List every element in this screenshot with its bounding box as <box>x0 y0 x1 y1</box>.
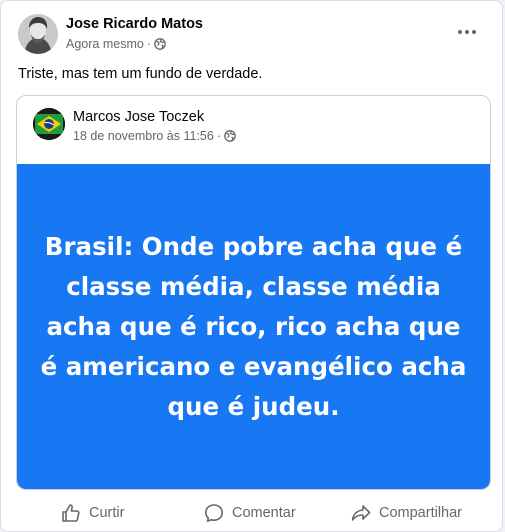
share-arrow-icon <box>351 505 371 521</box>
shared-post-time[interactable]: 18 de novembro às 11:56 <box>73 129 214 143</box>
brazil-flag-icon <box>33 108 65 140</box>
shared-post[interactable]: Marcos Jose Toczek 18 de novembro às 11:… <box>16 95 491 490</box>
author-portrait-icon <box>18 14 58 54</box>
share-button[interactable]: Compartilhar <box>351 495 462 531</box>
post-time[interactable]: Agora mesmo <box>66 37 144 51</box>
text-background-post[interactable]: Brasil: Onde pobre acha que é classe méd… <box>17 164 490 489</box>
globe-icon <box>154 38 166 50</box>
post-meta: Agora mesmo · <box>66 37 166 51</box>
shared-author-name[interactable]: Marcos Jose Toczek <box>73 109 204 125</box>
more-options-button[interactable] <box>452 20 482 44</box>
post-header: Jose Ricardo Matos Agora mesmo · <box>18 14 488 56</box>
more-dot-icon <box>465 30 469 34</box>
post-text: Triste, mas tem um fundo de verdade. <box>18 66 263 82</box>
shared-author-avatar[interactable] <box>33 108 65 140</box>
share-label: Compartilhar <box>379 505 462 521</box>
more-dot-icon <box>458 30 462 34</box>
meta-separator: · <box>216 129 222 143</box>
author-name[interactable]: Jose Ricardo Matos <box>66 16 203 32</box>
shared-post-header: Marcos Jose Toczek 18 de novembro às 11:… <box>33 108 473 148</box>
more-dot-icon <box>472 30 476 34</box>
post-card: Jose Ricardo Matos Agora mesmo · Triste,… <box>0 0 503 532</box>
shared-post-meta: 18 de novembro às 11:56 · <box>73 129 236 143</box>
post-actions: Curtir Comentar Compartilhar <box>1 495 504 531</box>
shared-post-quote: Brasil: Onde pobre acha que é classe méd… <box>40 231 467 421</box>
comment-label: Comentar <box>232 505 296 521</box>
meta-separator: · <box>146 37 151 51</box>
thumbs-up-icon <box>62 504 80 522</box>
like-button[interactable]: Curtir <box>61 495 124 531</box>
globe-icon <box>224 130 236 142</box>
author-avatar[interactable] <box>18 14 58 54</box>
comment-button[interactable]: Comentar <box>204 495 296 531</box>
like-label: Curtir <box>89 505 125 521</box>
comment-bubble-icon <box>205 504 223 522</box>
